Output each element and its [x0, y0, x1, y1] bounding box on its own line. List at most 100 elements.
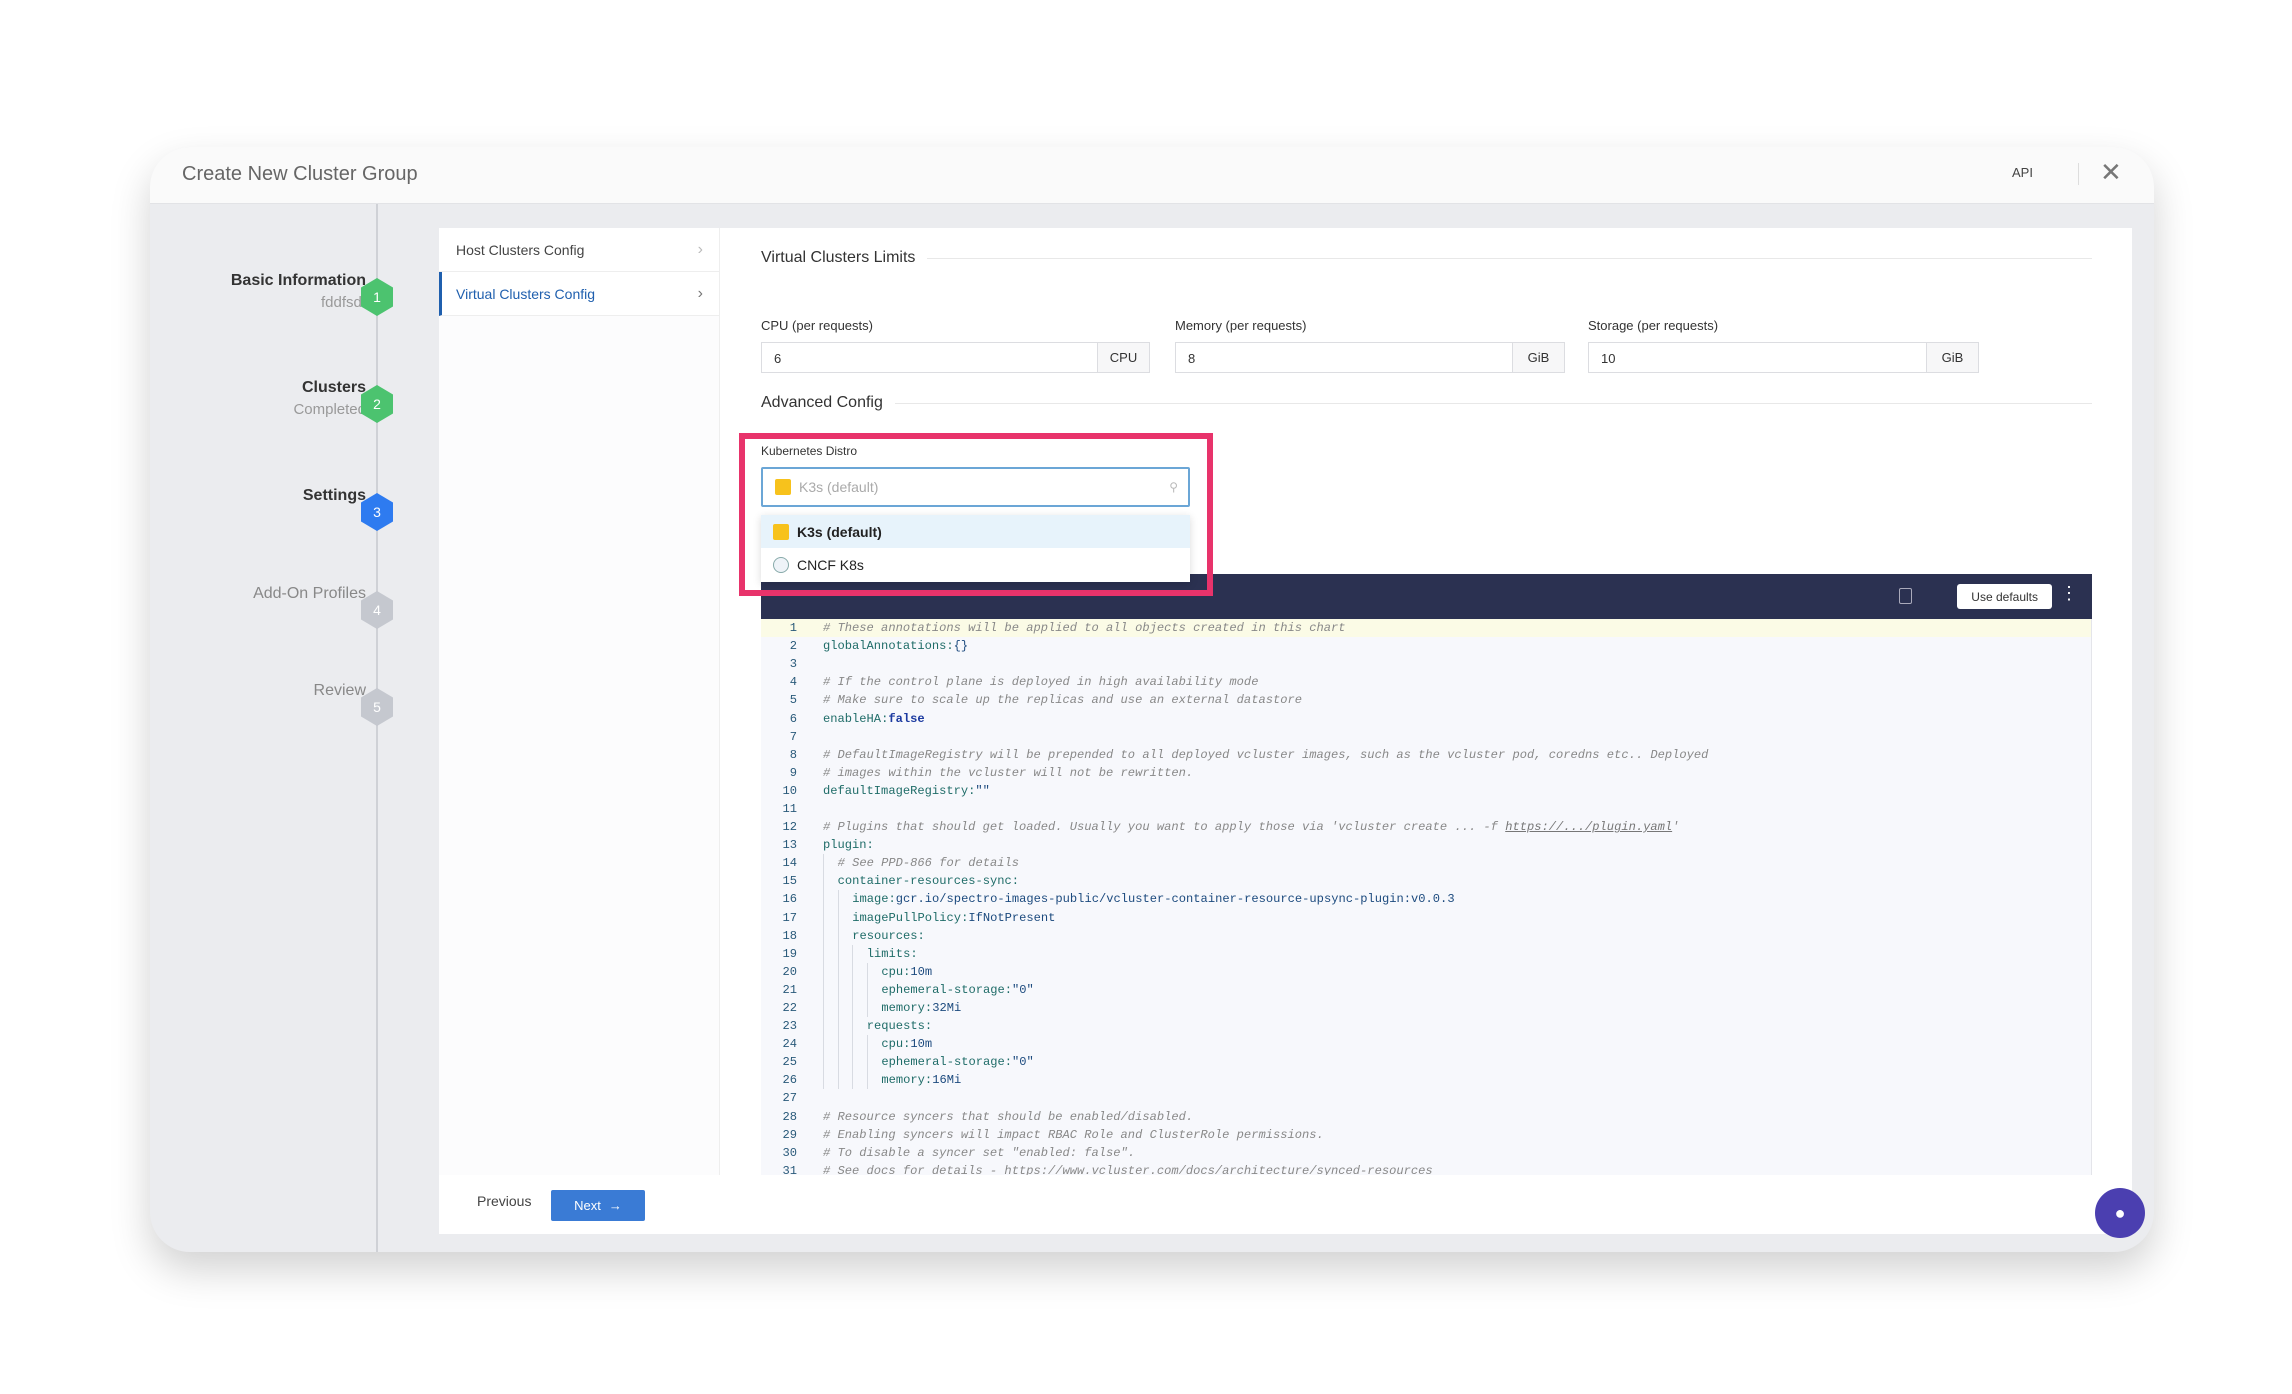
indent-guide: [866, 1053, 882, 1072]
option-label: CNCF K8s: [797, 556, 864, 573]
chevron-right-icon: ›: [697, 284, 703, 302]
code-line: 4 # If the control plane is deployed in h…: [761, 673, 2091, 691]
line-number: 12: [782, 820, 797, 835]
close-icon[interactable]: ✕: [2100, 157, 2122, 188]
code-line: 7: [761, 728, 2091, 746]
code-comment: # Resource syncers that should be enable…: [823, 1109, 1194, 1124]
code-line: 11: [761, 800, 2091, 818]
yaml-key: image: [852, 892, 889, 907]
chevron-right-icon: ›: [697, 240, 703, 258]
api-button[interactable]: API: [2012, 165, 2033, 180]
line-number: 25: [782, 1055, 797, 1070]
code-line: 1 # These annotations will be applied to …: [761, 619, 2091, 638]
indent-guide: [823, 980, 838, 999]
code-comment: # Make sure to scale up the replicas and…: [823, 693, 1302, 708]
line-number: 2: [789, 639, 797, 654]
more-options-icon[interactable]: ⋮: [2060, 583, 2078, 604]
line-number: 7: [789, 729, 797, 744]
modal-header: Create New Cluster Group API ✕: [150, 147, 2154, 204]
use-defaults-button[interactable]: Use defaults: [1957, 584, 2052, 609]
code-line: 10 defaultImageRegistry: "": [761, 782, 2091, 800]
option-label: K3s (default): [797, 523, 882, 540]
yaml-key: requests: [866, 1019, 925, 1034]
memory-input[interactable]: 8 GiB: [1175, 342, 1565, 373]
code-comment: # Enabling syncers will impact RBAC Role…: [823, 1127, 1324, 1142]
step-5[interactable]: Review: [314, 682, 366, 700]
code-line: 27: [761, 1089, 2091, 1107]
option-k3s[interactable]: K3s (default): [761, 515, 1190, 548]
indent-guide: [837, 908, 853, 927]
option-cncf-k8s[interactable]: CNCF K8s: [761, 548, 1190, 581]
step-2[interactable]: Clusters Completed: [293, 379, 366, 418]
indent-guide: [823, 926, 838, 945]
footer: Previous Next →: [439, 1175, 2132, 1234]
storage-value[interactable]: 10: [1589, 343, 1926, 372]
yaml-key: memory: [881, 1073, 925, 1088]
yaml-editor[interactable]: 1 # These annotations will be applied to …: [761, 619, 2092, 1175]
indent-guide: [837, 962, 853, 981]
cpu-value[interactable]: 6: [762, 343, 1097, 372]
step-3[interactable]: Settings: [303, 487, 366, 505]
line-number: 27: [782, 1091, 797, 1106]
indent-guide: [823, 1017, 838, 1036]
indent-guide: [823, 854, 838, 873]
kubernetes-distro-label: Kubernetes Distro: [761, 444, 858, 458]
indent-guide: [823, 872, 838, 891]
search-icon: ⚲: [1169, 480, 1178, 494]
previous-button[interactable]: Previous: [477, 1193, 531, 1209]
yaml-value: 16Mi: [932, 1073, 962, 1088]
code-line: 8 # DefaultImageRegistry will be prepende…: [761, 746, 2091, 764]
subnav-host-clusters-config[interactable]: Host Clusters Config ›: [439, 228, 719, 272]
help-chat-button[interactable]: ●: [2095, 1188, 2145, 1238]
code-comment: # If the control plane is deployed in hi…: [823, 675, 1259, 690]
code-line: 16 image: gcr.io/spectro-images-public/vc…: [761, 890, 2091, 909]
indent-guide: [837, 926, 853, 945]
indent-guide: [866, 1071, 882, 1090]
indent-guide: [852, 1035, 867, 1054]
cncf-icon: [773, 556, 789, 573]
code-link[interactable]: https://.../plugin.yaml: [1505, 820, 1672, 834]
code-line: 18 resources:: [761, 926, 2091, 945]
kubernetes-distro-select[interactable]: K3s (default) ⚲: [761, 467, 1190, 507]
subnav-label: Host Clusters Config: [456, 241, 585, 258]
step-4[interactable]: Add-On Profiles: [253, 585, 366, 603]
indent-guide: [837, 1035, 853, 1054]
subnav-label: Virtual Clusters Config: [456, 285, 596, 302]
indent-guide: [823, 1053, 838, 1072]
step-1[interactable]: Basic Information fddfsdf: [231, 272, 366, 311]
indent-guide: [852, 1053, 867, 1072]
indent-guide: [852, 980, 867, 999]
indent-guide: [852, 998, 867, 1018]
yaml-key: container-resources-sync: [837, 874, 1012, 889]
indent-guide: [823, 890, 838, 909]
line-number: 11: [782, 801, 797, 816]
line-number: 16: [782, 892, 797, 907]
section-title-advanced: Advanced Config: [761, 394, 2092, 412]
section-title-text: Virtual Clusters Limits: [761, 249, 916, 266]
k3s-icon: [775, 479, 791, 495]
code-line: 2 globalAnnotations: {}: [761, 637, 2091, 655]
yaml-key: defaultImageRegistry: [823, 783, 969, 798]
code-line: 13 plugin:: [761, 836, 2091, 854]
next-button[interactable]: Next →: [551, 1190, 645, 1221]
yaml-key: memory: [881, 1001, 925, 1016]
yaml-key: limits: [866, 946, 911, 961]
yaml-key: resources: [852, 928, 918, 943]
expand-icon[interactable]: [1899, 588, 1912, 604]
yaml-value: 32Mi: [932, 1001, 962, 1016]
indent-guide: [837, 1017, 853, 1036]
chat-icon: ●: [2114, 1202, 2126, 1223]
memory-value[interactable]: 8: [1176, 343, 1512, 372]
cpu-input[interactable]: 6 CPU: [761, 342, 1150, 373]
line-number: 3: [789, 657, 797, 672]
subnav-virtual-clusters-config[interactable]: Virtual Clusters Config ›: [439, 272, 719, 316]
line-number: 30: [782, 1145, 797, 1160]
yaml-key: ephemeral-storage: [881, 1055, 1005, 1070]
line-number: 5: [789, 693, 797, 708]
storage-input[interactable]: 10 GiB: [1588, 342, 1979, 373]
code-line: 14 # See PPD-866 for details: [761, 854, 2091, 873]
indent-guide: [837, 1071, 853, 1090]
line-number: 18: [782, 928, 797, 943]
yaml-key: globalAnnotations: [823, 639, 947, 654]
stepper-line: [376, 204, 378, 1252]
